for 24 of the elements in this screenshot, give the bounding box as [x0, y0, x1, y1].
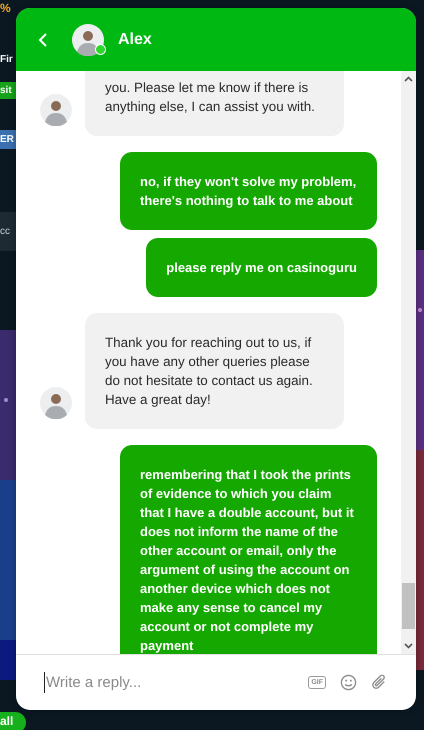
message-bubble: remembering that I took the prints of evidence to which you claim that I have a double account, but it does not inform the name of the other account or email, only the argument of using the account on another device which does not make any sense to cancel my account or not complete my payment — [120, 445, 377, 654]
attach-button[interactable] — [371, 674, 388, 691]
back-icon — [38, 32, 48, 48]
contact-name: Alex — [118, 30, 152, 48]
scrollbar[interactable] — [401, 71, 416, 654]
back-button[interactable] — [38, 32, 48, 48]
message-bubble: no, if they won't solve my problem, there's nothing to talk to me about — [120, 152, 377, 230]
scroll-up-icon[interactable] — [404, 76, 413, 82]
scroll-thumb[interactable] — [402, 583, 415, 629]
background-text: Fir — [0, 54, 13, 65]
background-text: all — [0, 712, 26, 730]
background-text: sit — [0, 82, 16, 99]
background-text: ER — [0, 130, 16, 149]
reply-input-field[interactable]: Write a reply... — [44, 672, 294, 693]
background-text: cc — [0, 212, 16, 251]
background-text: % — [0, 2, 11, 16]
scroll-down-icon[interactable] — [404, 643, 413, 649]
message-bubble: you. Please let me know if there is anything else, I can assist you with. — [85, 71, 344, 136]
smiley-icon — [340, 674, 357, 691]
paperclip-icon — [371, 674, 388, 691]
message-bubble: Thank you for reaching out to us, if you have any other queries please do not hesitate to contact us again. Have a great day! — [85, 313, 344, 429]
message-bubble: please reply me on casinoguru — [146, 238, 377, 297]
emoji-button[interactable] — [340, 674, 357, 691]
contact-avatar — [72, 24, 104, 56]
